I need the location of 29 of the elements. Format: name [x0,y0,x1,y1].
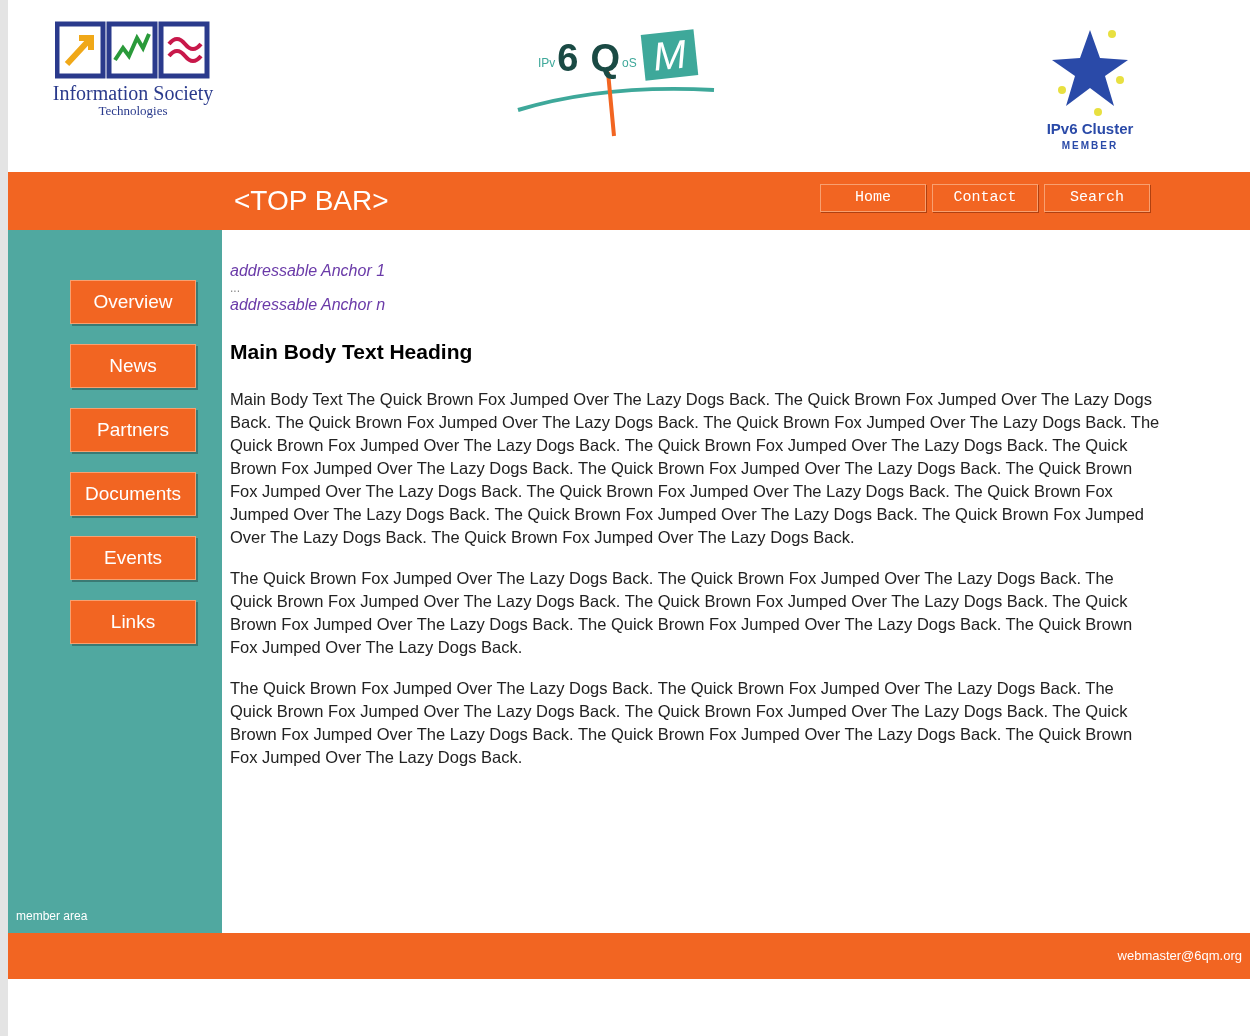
nav-button[interactable]: Home [820,184,926,212]
email-link[interactable]: webmaster@6qm.org [1117,946,1242,966]
sidebar-button[interactable]: Partners [70,408,196,452]
logo-subtitle: Technologies [98,104,168,118]
squares-logo-icon [55,20,211,82]
top-bar-title: <TOP BAR> [234,184,389,218]
sidebar-button[interactable]: Documents [70,472,196,516]
body-paragraph: The Quick Brown Fox Jumped Over The Lazy Dogs Back. The Quick Brown Fox Jumped Over The Lazy Dogs Back. The Quick Brown Fox Jumped Over The Lazy Dogs Back. The Quick Brown Fox Jumped Over The Lazy Dogs Back. The Quick Brown Fox Jumped Over The Lazy Dogs Back. The Quick Brown Fox Jumped Over The Lazy Dogs Back. The Quick Brown Fox Jumped Over The Lazy Dogs Back. [230,677,1134,768]
member-area-link[interactable]: member area [16,907,222,925]
sidebar-button[interactable]: News [70,344,196,388]
logo-text: IPv [538,55,556,72]
sidebar-button[interactable]: Overview [70,280,196,324]
logo-text: oS [622,55,637,72]
nav-button[interactable]: Search [1044,184,1150,212]
body-paragraph: Main Body Text The Quick Brown Fox Jumped Over The Lazy Dogs Back. The Quick Brown Fox Jumped Over The Lazy Dogs Back. The Quick Brown Fox Jumped Over The Lazy Dogs Back. The Quick Brown Fox Jumped Over The Lazy Dogs Back. The Quick Brown Fox Jumped Over The Lazy Dogs Back. The Quick Brown Fox Jumped Over The Lazy Dogs Back. The Quick Brown Fox Jumped Over The Lazy Dogs Back. The Quick Brown Fox Jumped Over The Lazy Dogs Back. The Quick Brown Fox Jumped Over The Lazy Dogs Back. The Quick Brown Fox Jumped Over The Lazy Dogs Back. The Quick Brown Fox Jumped Over The Lazy Dogs Back. The Quick Brown Fox Jumped Over The Lazy Dogs Back. The Quick Brown Fox Jumped Over The Lazy Dogs Back. The Quick Brown Fox Jumped Over The Lazy Dogs Back. [230,388,1160,548]
body-paragraph: The Quick Brown Fox Jumped Over The Lazy Dogs Back. The Quick Brown Fox Jumped Over The Lazy Dogs Back. The Quick Brown Fox Jumped Over The Lazy Dogs Back. The Quick Brown Fox Jumped Over The Lazy Dogs Back. The Quick Brown Fox Jumped Over The Lazy Dogs Back. The Quick Brown Fox Jumped Over The Lazy Dogs Back. The Quick Brown Fox Jumped Over The Lazy Dogs Back. [230,567,1134,658]
logo-title: IPv6 Cluster [1046,120,1134,138]
sidebar-button[interactable]: Events [70,536,196,580]
logo-subtitle: MEMBER [1061,139,1119,153]
logo-text: 6 [557,38,579,78]
logo-title: Information Society [52,82,214,104]
anchor-link[interactable]: addressable Anchor n [230,294,1160,316]
sidebar-button[interactable]: Links [70,600,196,644]
ellipsis-text: ... [230,282,241,294]
logo-badge: M [640,29,699,81]
anchor-link[interactable]: addressable Anchor 1 [230,260,1160,282]
body-heading: Main Body Text Heading [230,339,474,365]
logo-text: Q [590,38,621,78]
nav-button[interactable]: Contact [932,184,1038,212]
